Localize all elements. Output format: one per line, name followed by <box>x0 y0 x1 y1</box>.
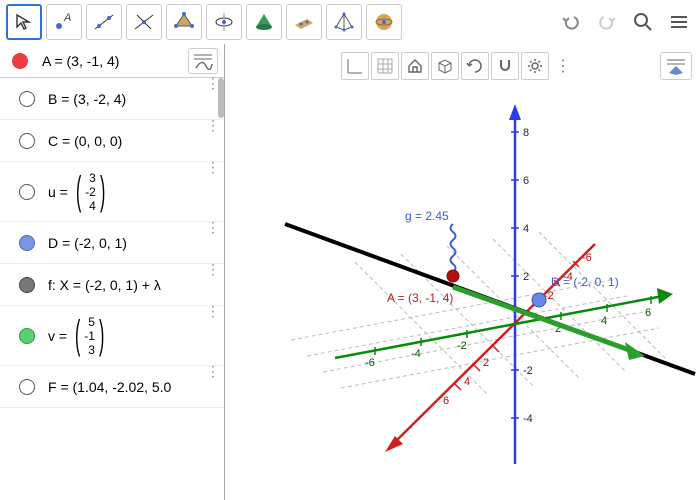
list-item[interactable]: F = (1.04, -2.02, 5.0 ⋮ <box>0 366 224 408</box>
item-menu-icon[interactable]: ⋮ <box>206 308 220 314</box>
algebra-stylebar-button[interactable] <box>188 48 218 74</box>
item-menu-icon[interactable]: ⋮ <box>206 164 220 170</box>
tool-pyramid[interactable] <box>326 4 362 40</box>
list-item[interactable]: D = (-2, 0, 1) ⋮ <box>0 222 224 264</box>
svg-text:-4: -4 <box>523 413 533 425</box>
object-label: D = (-2, 0, 1) <box>44 235 224 251</box>
visibility-toggle[interactable] <box>19 235 35 251</box>
object-label: F = (1.04, -2.02, 5.0 <box>44 379 224 395</box>
item-menu-icon[interactable]: ⋮ <box>206 266 220 272</box>
undo-button[interactable] <box>556 7 586 37</box>
visibility-toggle[interactable] <box>19 328 35 344</box>
svg-text:2: 2 <box>523 271 529 283</box>
algebra-header-row[interactable]: A = (3, -1, 4) <box>0 44 224 78</box>
tool-line[interactable] <box>86 4 122 40</box>
svg-text:6: 6 <box>645 307 651 319</box>
svg-text:2: 2 <box>483 357 489 369</box>
graphics3d-panel[interactable]: ⋮ 8 6 4 <box>225 44 700 500</box>
svg-text:A: A <box>63 12 71 24</box>
point-A[interactable] <box>447 270 459 282</box>
tool-cone[interactable] <box>246 4 282 40</box>
svg-text:8: 8 <box>523 127 529 139</box>
tool-plane[interactable] <box>286 4 322 40</box>
object-A-label: A = (3, -1, 4) <box>42 53 119 69</box>
visibility-toggle[interactable] <box>19 184 35 200</box>
D-label: D = (-2, 0, 1) <box>551 275 619 289</box>
svg-text:6: 6 <box>443 395 449 407</box>
visibility-toggle[interactable] <box>19 379 35 395</box>
svg-text:-2: -2 <box>523 365 533 377</box>
tool-point[interactable]: A <box>46 4 82 40</box>
segment-g[interactable] <box>451 224 456 272</box>
object-label: u = (3-24) <box>44 169 224 214</box>
A-label: A = (3, -1, 4) <box>387 291 453 305</box>
menu-button[interactable] <box>664 7 694 37</box>
list-item[interactable]: B = (3, -2, 4) ⋮ <box>0 78 224 120</box>
visibility-toggle[interactable] <box>19 133 35 149</box>
3d-canvas[interactable]: 8 6 4 2 -2 -4 <box>225 44 700 500</box>
object-label: v = (5-13) <box>44 313 224 358</box>
redo-button[interactable] <box>592 7 622 37</box>
svg-text:-6: -6 <box>365 357 375 369</box>
list-item[interactable]: C = (0, 0, 0) ⋮ <box>0 120 224 162</box>
list-item[interactable]: f: X = (-2, 0, 1) + λ ⋮ <box>0 264 224 306</box>
item-menu-icon[interactable]: ⋮ <box>206 80 220 86</box>
item-menu-icon[interactable]: ⋮ <box>206 122 220 128</box>
tool-sphere[interactable] <box>366 4 402 40</box>
object-label: f: X = (-2, 0, 1) + λ <box>44 277 224 293</box>
global-actions <box>556 7 694 37</box>
algebra-panel: A = (3, -1, 4) B = (3, -2, 4) ⋮ C = (0, … <box>0 44 225 500</box>
svg-text:-6: -6 <box>582 252 592 264</box>
g-label: g = 2.45 <box>405 209 449 223</box>
list-item[interactable]: v = (5-13) ⋮ <box>0 306 224 366</box>
point-D[interactable] <box>532 293 546 307</box>
visibility-toggle[interactable] <box>19 277 35 293</box>
object-label: B = (3, -2, 4) <box>44 91 224 107</box>
object-label: C = (0, 0, 0) <box>44 133 224 149</box>
svg-text:6: 6 <box>523 175 529 187</box>
z-axis: 8 6 4 2 -2 -4 <box>509 104 533 464</box>
svg-text:4: 4 <box>601 315 607 327</box>
svg-text:4: 4 <box>523 223 529 235</box>
item-menu-icon[interactable]: ⋮ <box>206 368 220 374</box>
search-button[interactable] <box>628 7 658 37</box>
tool-circle[interactable] <box>206 4 242 40</box>
tool-perpendicular[interactable] <box>126 4 162 40</box>
tool-move[interactable] <box>6 4 42 40</box>
svg-text:4: 4 <box>464 376 470 388</box>
list-item[interactable]: u = (3-24) ⋮ <box>0 162 224 222</box>
y-axis: -6 -4 -2 2 4 6 <box>335 288 673 369</box>
visibility-toggle[interactable] <box>19 91 35 107</box>
top-toolbar: A <box>0 0 700 44</box>
svg-text:-4: -4 <box>411 348 421 360</box>
svg-text:-2: -2 <box>457 340 467 352</box>
item-menu-icon[interactable]: ⋮ <box>206 224 220 230</box>
point-bullet-A[interactable] <box>12 53 28 69</box>
tool-polygon[interactable] <box>166 4 202 40</box>
algebra-list[interactable]: B = (3, -2, 4) ⋮ C = (0, 0, 0) ⋮ u = (3-… <box>0 78 224 500</box>
